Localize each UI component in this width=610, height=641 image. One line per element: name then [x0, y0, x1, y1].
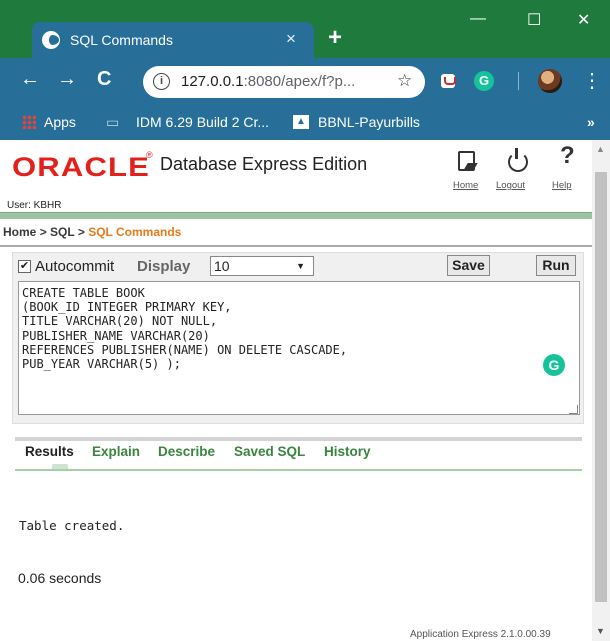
- url-text[interactable]: 127.0.0.1:8080/apex/f?p...: [181, 73, 355, 90]
- breadcrumb: Home > SQL > SQL Commands: [0, 223, 592, 243]
- tab-results[interactable]: Results: [25, 444, 74, 459]
- grammarly-extension-icon[interactable]: G: [474, 71, 494, 91]
- back-button[interactable]: ←: [20, 68, 40, 91]
- results-tabs-top-rule: [15, 437, 582, 441]
- oracle-trademark: ®: [146, 150, 153, 160]
- run-button[interactable]: Run: [536, 255, 576, 276]
- header-divider: [0, 212, 592, 219]
- breadcrumb-home[interactable]: Home: [3, 225, 36, 239]
- help-icon[interactable]: ?: [560, 142, 575, 170]
- help-link[interactable]: Help: [552, 180, 572, 191]
- browser-menu-icon[interactable]: ⋮: [582, 68, 602, 93]
- new-tab-button[interactable]: +: [328, 26, 342, 50]
- bookmark-apps[interactable]: Apps: [44, 114, 76, 130]
- breadcrumb-separator: >: [39, 225, 47, 239]
- maximize-button[interactable]: ☐: [527, 10, 541, 30]
- logout-link[interactable]: Logout: [496, 180, 525, 191]
- bookmark-idm[interactable]: IDM 6.29 Build 2 Cr...: [136, 114, 269, 130]
- browser-title-bar: SQL Commands × + — ☐ ✕: [0, 0, 610, 58]
- results-tabs-bottom-rule: [15, 469, 582, 471]
- autocommit-label: Autocommit: [35, 258, 115, 275]
- browser-toolbar: ← → C i 127.0.0.1:8080/apex/f?p... ☆ G ⋮: [0, 58, 610, 104]
- breadcrumb-current: SQL Commands: [88, 225, 182, 239]
- browser-tab-sql-commands[interactable]: SQL Commands ×: [32, 22, 314, 58]
- site-info-icon[interactable]: i: [153, 73, 170, 90]
- tab-describe[interactable]: Describe: [158, 444, 215, 459]
- address-bar[interactable]: i 127.0.0.1:8080/apex/f?p... ☆: [143, 66, 425, 98]
- result-message: Table created.: [19, 518, 125, 533]
- autocommit-checkbox[interactable]: ✔: [18, 260, 31, 273]
- minimize-button[interactable]: —: [470, 10, 486, 28]
- bookmark-folder-icon: ▭: [106, 114, 120, 130]
- bookmark-star-icon[interactable]: ☆: [397, 71, 412, 91]
- bbnl-favicon-icon: ▲: [293, 115, 309, 129]
- forward-button[interactable]: →: [57, 68, 77, 91]
- product-edition: Database Express Edition: [160, 154, 368, 174]
- close-window-button[interactable]: ✕: [577, 10, 590, 30]
- page-scrollbar[interactable]: ▲ ▼: [592, 140, 610, 641]
- sql-editor-textarea[interactable]: CREATE TABLE BOOK (BOOK_ID INTEGER PRIMA…: [18, 281, 580, 415]
- logout-icon[interactable]: [507, 148, 528, 172]
- tab-title: SQL Commands: [70, 32, 173, 48]
- reload-button[interactable]: C: [97, 68, 111, 91]
- breadcrumb-divider: [0, 245, 592, 247]
- tab-saved-sql[interactable]: Saved SQL: [234, 444, 305, 459]
- tab-history[interactable]: History: [324, 444, 371, 459]
- tab-close-icon[interactable]: ×: [286, 29, 296, 49]
- home-icon[interactable]: [456, 150, 476, 174]
- breadcrumb-separator: >: [77, 225, 85, 239]
- resize-grip-icon[interactable]: [569, 405, 578, 414]
- scroll-up-icon[interactable]: ▲: [596, 144, 605, 154]
- apps-grid-icon[interactable]: [22, 115, 36, 129]
- bookmark-bbnl[interactable]: BBNL-Payurbills: [318, 114, 420, 130]
- apex-version-footer: Application Express 2.1.0.00.39: [410, 629, 551, 640]
- bookmarks-overflow-icon[interactable]: »: [587, 114, 595, 130]
- sql-command-panel: ✔ Autocommit Display 10 ▼ Save Run CREAT…: [12, 252, 584, 424]
- display-rows-select[interactable]: 10 ▼: [210, 256, 314, 276]
- scroll-down-icon[interactable]: ▼: [596, 626, 605, 636]
- apex-favicon-icon: [42, 31, 60, 49]
- apex-page: ORACLE ® Database Express Edition Home L…: [0, 140, 592, 641]
- scrollbar-thumb[interactable]: [595, 172, 607, 602]
- oracle-logo: ORACLE: [12, 152, 150, 182]
- bookmarks-bar: Apps ▭ IDM 6.29 Build 2 Cr... ▲ BBNL-Pay…: [0, 104, 610, 140]
- grammarly-icon[interactable]: G: [543, 354, 565, 376]
- home-link[interactable]: Home: [453, 180, 478, 191]
- user-label: User: KBHR: [7, 200, 62, 211]
- tab-explain[interactable]: Explain: [92, 444, 140, 459]
- display-label: Display: [137, 258, 191, 275]
- execution-time: 0.06 seconds: [18, 570, 102, 586]
- save-button[interactable]: Save: [447, 255, 490, 276]
- chevron-down-icon: ▼: [296, 261, 305, 271]
- pocket-extension-icon[interactable]: [441, 74, 456, 88]
- profile-avatar[interactable]: [538, 69, 562, 93]
- breadcrumb-sql[interactable]: SQL: [50, 225, 74, 239]
- toolbar-divider: [518, 72, 519, 90]
